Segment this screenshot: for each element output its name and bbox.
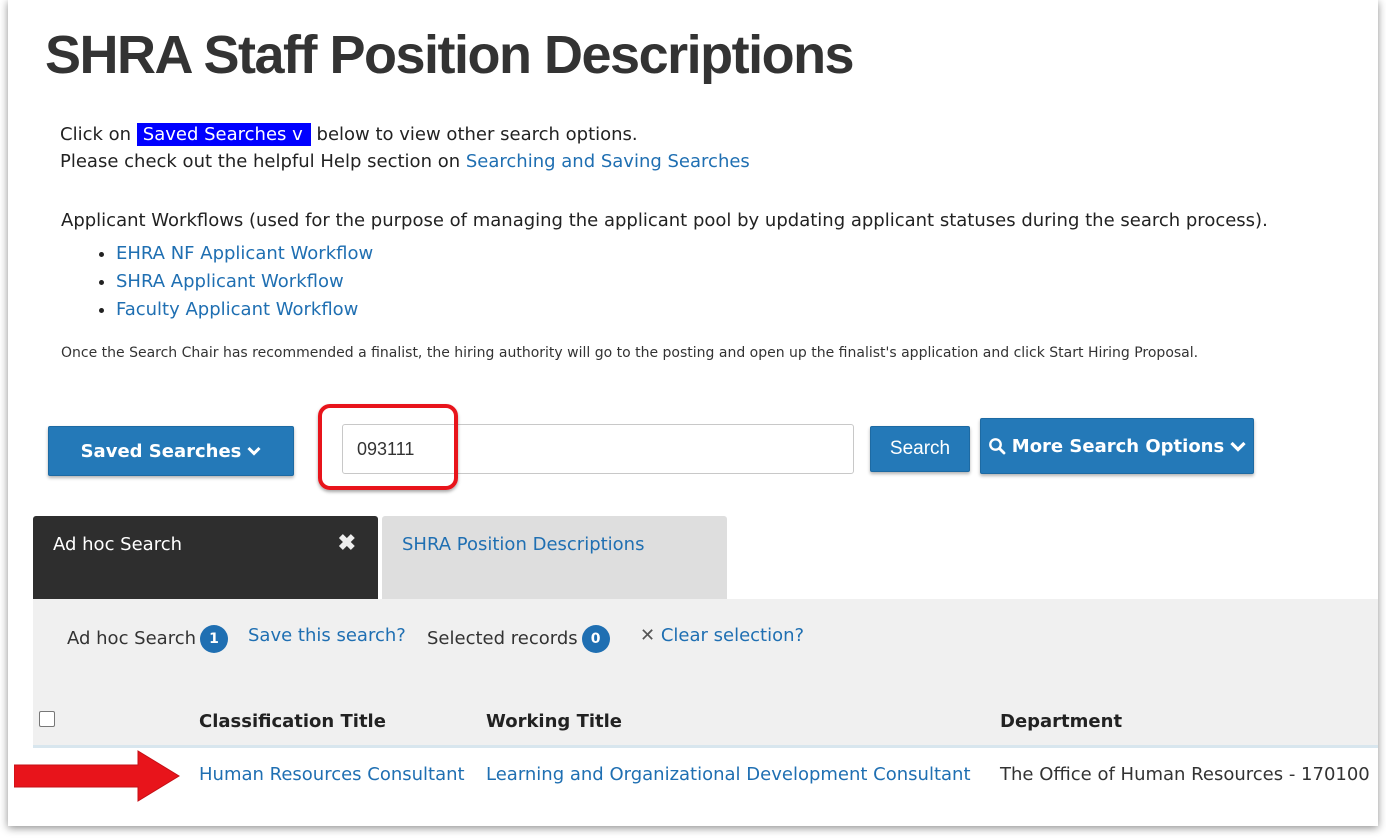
column-header-working-title[interactable]: Working Title xyxy=(486,711,622,732)
x-icon: ✕ xyxy=(640,625,656,646)
click-on-text: Click on xyxy=(60,124,132,145)
page: SHRA Staff Position Descriptions Click o… xyxy=(8,0,1378,826)
clear-selection-link[interactable]: Clear selection? xyxy=(661,625,804,646)
department-cell: The Office of Human Resources - 170100 xyxy=(1000,764,1370,785)
help-link[interactable]: Searching and Saving Searches xyxy=(466,151,750,172)
adhoc-search-status: Ad hoc Search 1 xyxy=(67,625,229,653)
selected-count-badge: 0 xyxy=(581,625,610,653)
finalist-note: Once the Search Chair has recommended a … xyxy=(61,345,1199,361)
instruction-line-1: Click on Saved Searches v below to view … xyxy=(60,123,638,146)
saved-searches-highlight: Saved Searches v xyxy=(136,123,311,146)
workflow-list: EHRA NF Applicant Workflow SHRA Applican… xyxy=(88,240,373,324)
select-all-checkbox[interactable] xyxy=(39,711,55,727)
list-item: EHRA NF Applicant Workflow xyxy=(116,240,373,268)
column-header-department[interactable]: Department xyxy=(1000,711,1122,732)
saved-searches-button[interactable]: Saved Searches xyxy=(48,426,294,476)
count-badge: 1 xyxy=(200,625,229,653)
column-header-classification-title[interactable]: Classification Title xyxy=(199,711,386,732)
search-button[interactable]: Search xyxy=(870,426,970,472)
chevron-down-icon xyxy=(247,446,261,456)
more-search-options-label: More Search Options xyxy=(1011,435,1225,457)
header-divider xyxy=(33,745,1378,748)
workflow-link-shra[interactable]: SHRA Applicant Workflow xyxy=(116,271,344,292)
selected-records-status: Selected records 0 xyxy=(427,625,610,653)
workflow-link-faculty[interactable]: Faculty Applicant Workflow xyxy=(116,299,358,320)
list-item: Faculty Applicant Workflow xyxy=(116,296,373,324)
clear-selection[interactable]: ✕ Clear selection? xyxy=(640,625,804,646)
more-search-options-button[interactable]: More Search Options xyxy=(980,418,1254,474)
below-text: below to view other search options. xyxy=(316,124,638,145)
save-search-link[interactable]: Save this search? xyxy=(248,625,406,646)
annotation-arrow-icon xyxy=(14,750,180,802)
selected-records-label: Selected records xyxy=(427,628,578,649)
tab-ad-hoc-search[interactable]: Ad hoc Search ✖ xyxy=(33,516,378,600)
tab-label: Ad hoc Search xyxy=(53,534,183,555)
results-panel: Ad hoc Search 1 Save this search? Selecte… xyxy=(33,599,1378,826)
tab-label: SHRA Position Descriptions xyxy=(402,534,645,555)
adhoc-search-label: Ad hoc Search xyxy=(67,628,197,649)
workflows-intro: Applicant Workflows (used for the purpos… xyxy=(61,210,1268,231)
instruction-line-2: Please check out the helpful Help sectio… xyxy=(60,151,750,172)
classification-title-link[interactable]: Human Resources Consultant xyxy=(199,764,465,785)
working-title-link[interactable]: Learning and Organizational Development … xyxy=(486,764,971,785)
results-toolbar: Ad hoc Search 1 Save this search? Selecte… xyxy=(33,599,1378,747)
list-item: SHRA Applicant Workflow xyxy=(116,268,373,296)
saved-searches-label: Saved Searches xyxy=(80,440,242,462)
workflow-link-ehra-nf[interactable]: EHRA NF Applicant Workflow xyxy=(116,243,373,264)
search-input[interactable] xyxy=(342,424,854,474)
chevron-down-icon xyxy=(1230,441,1246,452)
tab-shra-position-descriptions[interactable]: SHRA Position Descriptions xyxy=(382,516,727,600)
help-text: Please check out the helpful Help sectio… xyxy=(60,151,461,172)
search-icon xyxy=(988,438,1006,455)
page-title: SHRA Staff Position Descriptions xyxy=(45,25,855,85)
close-icon[interactable]: ✖ xyxy=(338,530,356,556)
